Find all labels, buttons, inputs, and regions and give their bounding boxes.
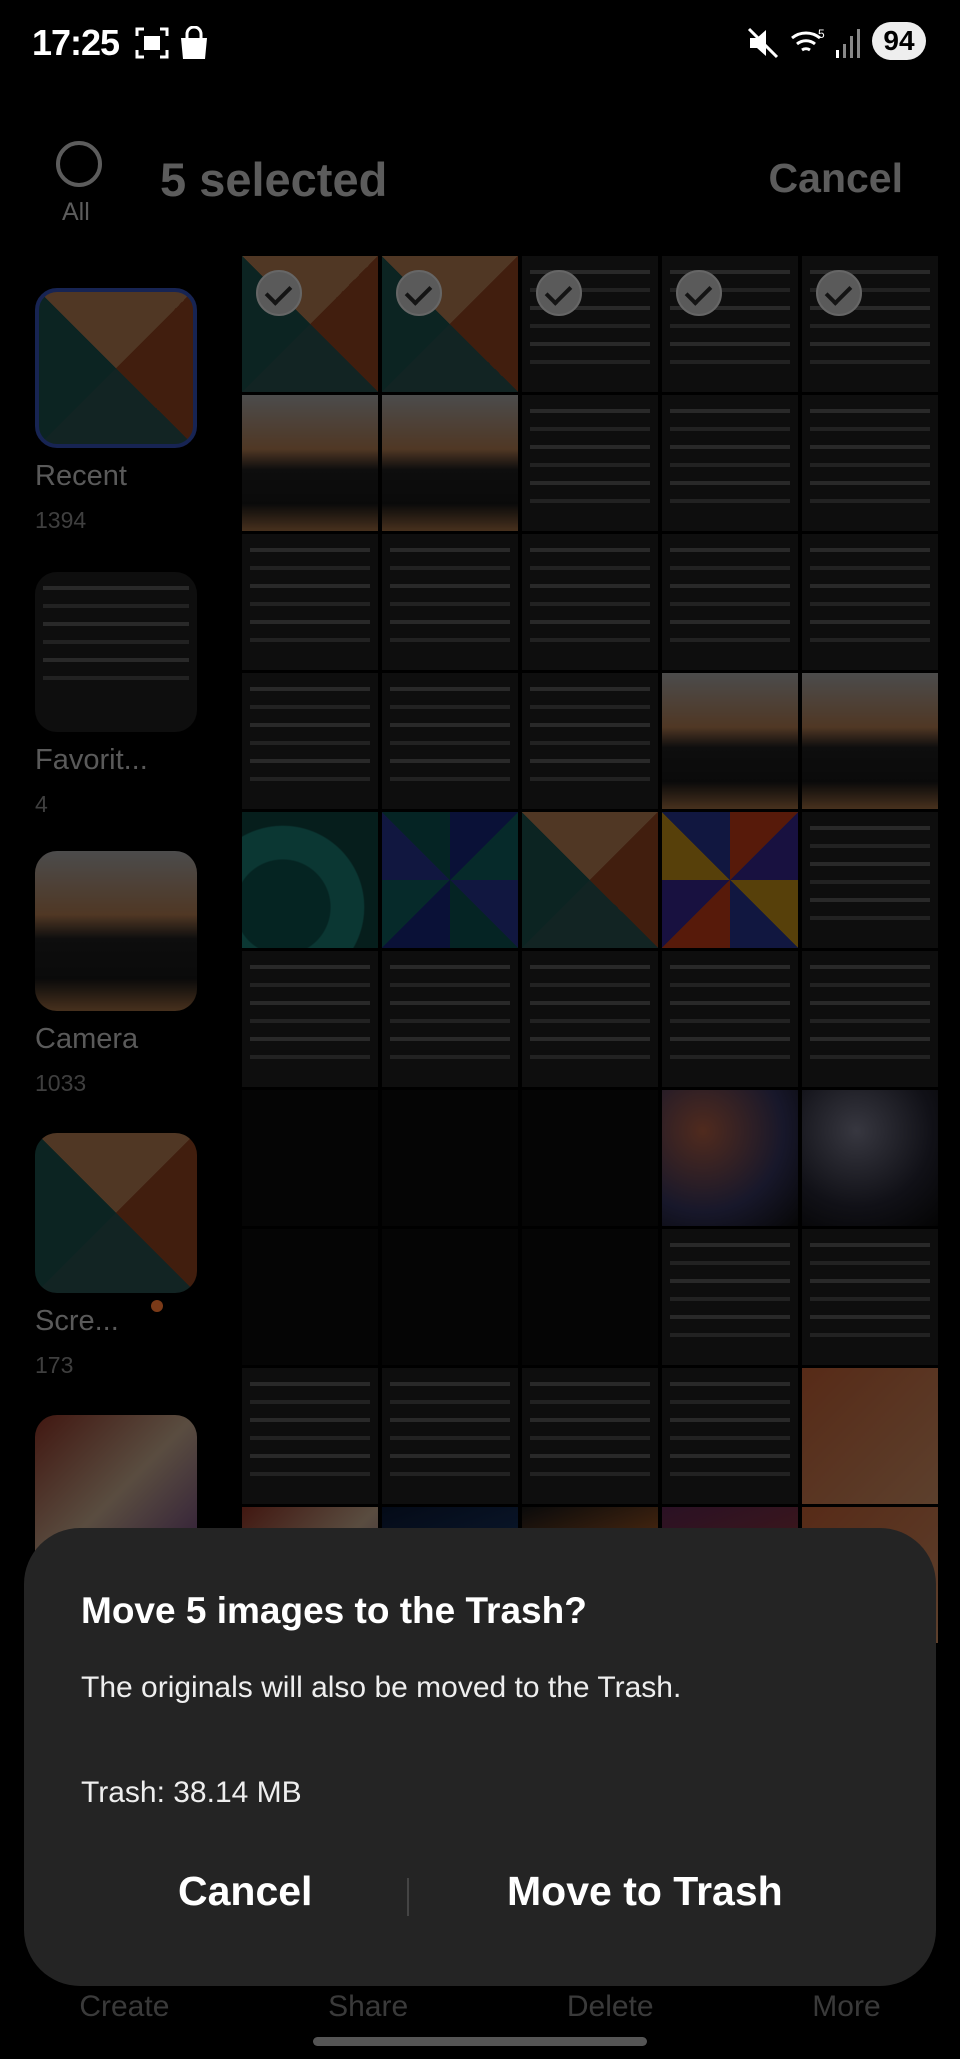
photo-thumbnail[interactable] — [522, 812, 658, 948]
photo-thumbnail[interactable] — [662, 256, 798, 392]
photo-thumbnail[interactable] — [522, 395, 658, 531]
photo-thumbnail[interactable] — [522, 1090, 658, 1226]
delete-button[interactable]: Delete — [567, 1990, 654, 2024]
photo-thumbnail[interactable] — [242, 1090, 378, 1226]
photo-thumbnail[interactable] — [382, 1229, 518, 1365]
mute-icon — [747, 27, 779, 59]
photo-thumbnail[interactable] — [802, 395, 938, 531]
album-item[interactable]: Scre... 173 — [35, 1133, 197, 1379]
photo-thumbnail[interactable] — [522, 673, 658, 809]
dialog-title: Move 5 images to the Trash? — [81, 1590, 587, 1631]
album-count: 173 — [35, 1352, 74, 1378]
photo-thumbnail[interactable] — [522, 951, 658, 1087]
more-button[interactable]: More — [812, 1990, 880, 2024]
move-to-trash-dialog: Move 5 images to the Trash? The original… — [24, 1528, 936, 1986]
create-button[interactable]: Create — [79, 1990, 169, 2024]
photo-thumbnail[interactable] — [662, 1368, 798, 1504]
select-all-label: All — [62, 198, 90, 226]
photo-thumbnail[interactable] — [802, 256, 938, 392]
photo-thumbnail[interactable] — [662, 1090, 798, 1226]
photo-thumbnail[interactable] — [242, 673, 378, 809]
photo-thumbnail[interactable] — [522, 534, 658, 670]
photo-thumbnail[interactable] — [382, 951, 518, 1087]
album-thumbnail — [35, 288, 197, 448]
new-items-badge — [151, 1300, 163, 1312]
share-button[interactable]: Share — [328, 1990, 408, 2024]
move-to-trash-button[interactable]: Move to Trash — [507, 1868, 783, 1915]
photo-thumbnail[interactable] — [662, 673, 798, 809]
photo-thumbnail[interactable] — [802, 1368, 938, 1504]
album-item[interactable]: Favorit... 4 — [35, 572, 197, 818]
selected-check-icon[interactable] — [676, 270, 722, 316]
album-name: Favorit... — [35, 744, 148, 776]
signal-icon — [836, 29, 860, 58]
photo-thumbnail[interactable] — [242, 1229, 378, 1365]
page-title: 5 selected — [160, 153, 388, 206]
selected-check-icon[interactable] — [256, 270, 302, 316]
button-divider — [407, 1878, 409, 1916]
shopping-bag-icon — [181, 26, 207, 59]
wifi-icon: 5 — [791, 27, 825, 52]
photo-thumbnail[interactable] — [382, 1368, 518, 1504]
photo-thumbnail[interactable] — [802, 673, 938, 809]
photo-thumbnail[interactable] — [382, 812, 518, 948]
album-count: 1394 — [35, 507, 87, 533]
photo-thumbnail[interactable] — [522, 256, 658, 392]
status-bar: 17:25 5 94 — [0, 0, 960, 90]
photo-thumbnail[interactable] — [382, 256, 518, 392]
album-item[interactable]: Camera 1033 — [35, 851, 197, 1097]
trash-size: Trash: 38.14 MB — [81, 1776, 302, 1809]
screenshot-icon — [135, 27, 169, 59]
album-name: Camera — [35, 1023, 139, 1055]
battery-indicator: 94 — [872, 22, 926, 60]
album-thumbnail — [35, 851, 197, 1011]
photo-thumbnail[interactable] — [662, 1229, 798, 1365]
select-all-checkbox[interactable] — [56, 141, 102, 187]
photo-thumbnail[interactable] — [802, 812, 938, 948]
photo-thumbnail[interactable] — [382, 534, 518, 670]
photo-thumbnail[interactable] — [382, 395, 518, 531]
photo-thumbnail[interactable] — [802, 1090, 938, 1226]
photo-thumbnail[interactable] — [522, 1368, 658, 1504]
photo-thumbnail[interactable] — [382, 1090, 518, 1226]
home-indicator[interactable] — [313, 2037, 647, 2046]
album-count: 1033 — [35, 1070, 87, 1096]
photo-thumbnail[interactable] — [522, 1229, 658, 1365]
album-count: 4 — [35, 791, 48, 817]
dialog-cancel-button[interactable]: Cancel — [178, 1868, 312, 1915]
photo-thumbnail[interactable] — [662, 395, 798, 531]
photo-thumbnail[interactable] — [802, 534, 938, 670]
album-thumbnail — [35, 1133, 197, 1293]
photo-thumbnail[interactable] — [242, 812, 378, 948]
album-item[interactable]: Recent 1394 — [35, 288, 197, 534]
clock: 17:25 — [32, 22, 120, 63]
dialog-message: The originals will also be moved to the … — [81, 1671, 682, 1704]
photo-thumbnail[interactable] — [382, 673, 518, 809]
photo-thumbnail[interactable] — [242, 534, 378, 670]
selected-check-icon[interactable] — [816, 270, 862, 316]
photo-thumbnail[interactable] — [242, 395, 378, 531]
photo-thumbnail[interactable] — [242, 951, 378, 1087]
photo-thumbnail[interactable] — [662, 951, 798, 1087]
bottom-action-bar: Create Share Delete More — [0, 1990, 960, 2024]
selected-check-icon[interactable] — [396, 270, 442, 316]
selected-check-icon[interactable] — [536, 270, 582, 316]
photo-thumbnail[interactable] — [242, 1368, 378, 1504]
photo-thumbnail[interactable] — [662, 812, 798, 948]
album-thumbnail — [35, 572, 197, 732]
svg-text:5: 5 — [818, 27, 825, 41]
photo-thumbnail[interactable] — [242, 256, 378, 392]
album-name: Scre... — [35, 1305, 119, 1337]
album-name: Recent — [35, 460, 127, 492]
photo-thumbnail[interactable] — [802, 1229, 938, 1365]
cancel-selection-button[interactable]: Cancel — [769, 155, 903, 202]
photo-thumbnail[interactable] — [662, 534, 798, 670]
photo-thumbnail[interactable] — [802, 951, 938, 1087]
